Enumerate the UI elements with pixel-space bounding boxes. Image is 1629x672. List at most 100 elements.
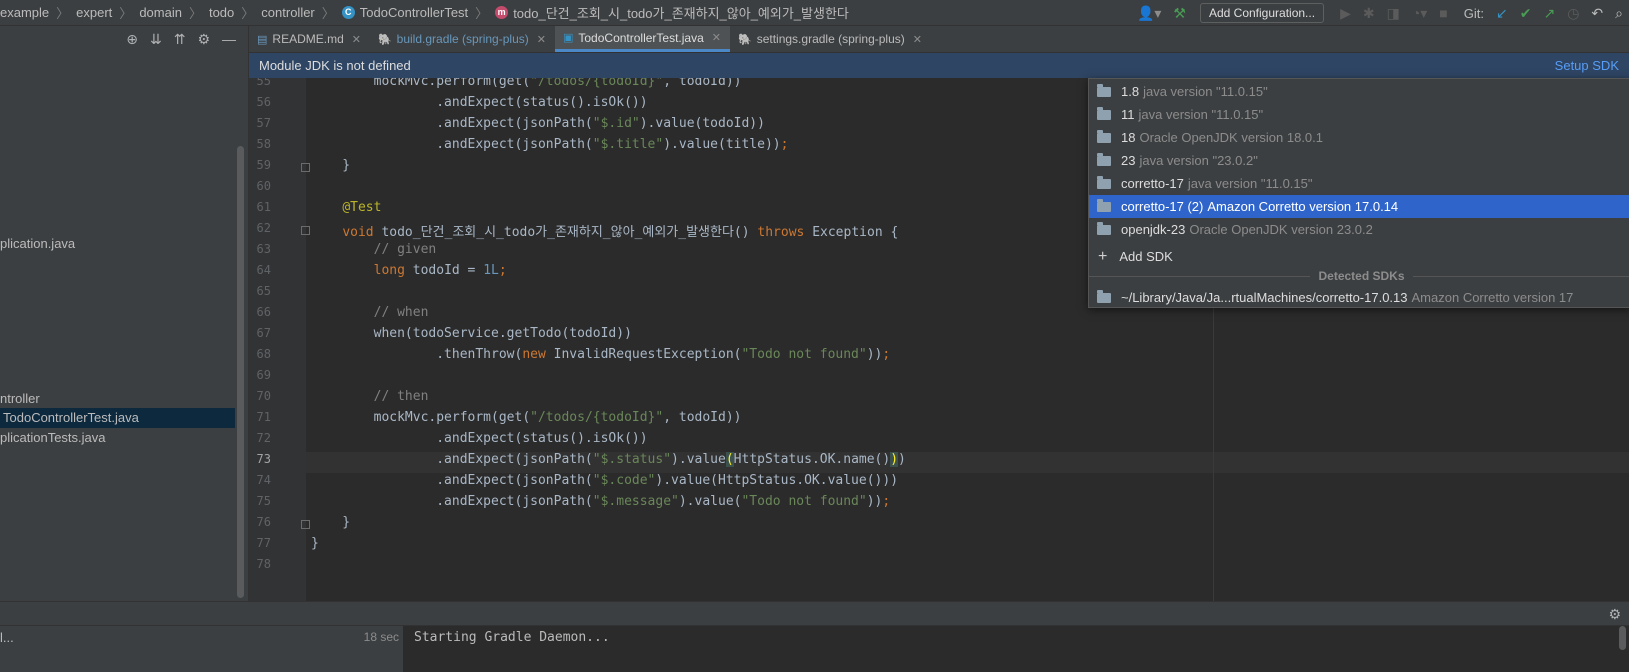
folder-icon xyxy=(1097,129,1111,143)
run-tree-item[interactable]: l... xyxy=(0,630,14,645)
chevron-right-icon: 〉 xyxy=(119,6,133,21)
hide-icon[interactable]: — xyxy=(222,31,236,47)
add-sdk-item[interactable]: + Add SDK xyxy=(1089,245,1629,268)
sdk-name: 18 xyxy=(1121,130,1136,145)
code-line: .andExpect(status().isOk()) xyxy=(311,431,648,446)
folder-icon xyxy=(1097,289,1111,303)
tab-readme[interactable]: ▤ README.md ✕ xyxy=(249,26,370,52)
line-number: 78 xyxy=(256,557,271,571)
expand-all-icon[interactable]: ⇊ xyxy=(150,31,162,48)
line-number: 61 xyxy=(256,200,271,214)
collapse-all-icon[interactable]: ⇈ xyxy=(174,31,186,48)
tree-item[interactable]: ntroller xyxy=(0,391,40,406)
line-number: 70 xyxy=(256,389,271,403)
sdk-item[interactable]: 1.8 java version "11.0.15" xyxy=(1089,80,1629,103)
sdk-selection-popup: 1.8 java version "11.0.15" 11 java version … xyxy=(1088,78,1629,308)
folder-icon xyxy=(1097,83,1111,97)
history-icon[interactable]: ◷ xyxy=(1567,5,1579,22)
close-icon[interactable]: ✕ xyxy=(352,33,361,46)
folder-icon xyxy=(1097,106,1111,120)
sdk-item[interactable]: corretto-17 java version "11.0.15" xyxy=(1089,172,1629,195)
line-number: 66 xyxy=(256,305,271,319)
folder-icon xyxy=(1097,198,1111,212)
run-icon[interactable]: ▶ xyxy=(1340,5,1351,22)
line-number: 62 xyxy=(256,221,271,235)
close-icon[interactable]: ✕ xyxy=(913,33,922,46)
coverage-icon[interactable]: ◨ xyxy=(1387,5,1400,22)
line-number: 57 xyxy=(256,116,271,130)
sdk-name: 11 xyxy=(1121,107,1135,122)
tree-item-label: TodoControllerTest.java xyxy=(3,410,139,425)
tab-todocontrollertest[interactable]: ▣ TodoControllerTest.java ✕ xyxy=(554,26,730,52)
profile-icon[interactable]: ◔▾ xyxy=(1412,5,1427,22)
chevron-right-icon: 〉 xyxy=(475,6,489,21)
rollback-icon[interactable]: ↶ xyxy=(1591,5,1603,22)
sdk-item[interactable]: 23 java version "23.0.2" xyxy=(1089,149,1629,172)
breadcrumb-item[interactable]: domain xyxy=(139,5,182,20)
code-line: void todo_단건_조회_시_todo가_존재하지_않아_예외가_발생한다… xyxy=(342,225,899,240)
breadcrumb-method[interactable]: m todo_단건_조회_시_todo가_존재하지_않아_예외가_발생한다 xyxy=(495,3,849,22)
tree-item[interactable]: plication.java xyxy=(0,236,75,251)
line-number: 60 xyxy=(256,179,271,193)
notification-message: Module JDK is not defined xyxy=(259,58,411,73)
scrollbar[interactable] xyxy=(237,146,244,598)
locate-icon[interactable]: ⊕ xyxy=(126,31,138,48)
detected-sdk-item[interactable]: ~/Library/Java/Ja...rtualMachines/corret… xyxy=(1089,286,1629,309)
gear-icon[interactable]: ⚙ xyxy=(1608,606,1621,623)
editor-tabs: ▤ README.md ✕ 🐘 build.gradle (spring-plu… xyxy=(249,26,1629,53)
fold-marker-icon[interactable] xyxy=(301,226,310,235)
tab-build-gradle[interactable]: 🐘 build.gradle (spring-plus) ✕ xyxy=(370,26,555,52)
line-number: 55 xyxy=(256,78,271,88)
breadcrumb-item[interactable]: example xyxy=(0,5,49,20)
code-line: .andExpect(jsonPath("$.title").value(tit… xyxy=(311,137,789,152)
sdk-name: corretto-17 (2) xyxy=(1121,199,1204,214)
git-commit-icon[interactable]: ✔ xyxy=(1520,5,1532,22)
sdk-item[interactable]: openjdk-23 Oracle OpenJDK version 23.0.2 xyxy=(1089,218,1629,241)
code-line: // when xyxy=(373,305,429,320)
breadcrumb-class-label: TodoControllerTest xyxy=(359,5,469,20)
sdk-item[interactable]: 18 Oracle OpenJDK version 18.0.1 xyxy=(1089,126,1629,149)
line-number: 76 xyxy=(256,515,271,529)
sdk-item[interactable]: 11 java version "11.0.15" xyxy=(1089,103,1629,126)
close-icon[interactable]: ✕ xyxy=(712,31,721,44)
breadcrumb-item[interactable]: todo xyxy=(209,5,234,20)
line-number: 77 xyxy=(256,536,271,550)
line-number: 63 xyxy=(256,242,271,256)
stop-icon[interactable]: ■ xyxy=(1439,5,1447,21)
tree-item[interactable]: plicationTests.java xyxy=(0,430,106,445)
debug-icon[interactable]: ✱ xyxy=(1363,5,1375,22)
line-number: 67 xyxy=(256,326,271,340)
tree-item-selected[interactable]: TodoControllerTest.java xyxy=(0,408,235,428)
project-toolbar: ⊕ ⇊ ⇈ ⚙ — xyxy=(0,26,248,52)
fold-marker-icon[interactable] xyxy=(301,520,310,529)
fold-marker-icon[interactable] xyxy=(301,163,310,172)
setup-sdk-link[interactable]: Setup SDK xyxy=(1555,58,1619,73)
git-update-icon[interactable]: ↙ xyxy=(1496,5,1508,22)
code-line: .andExpect(jsonPath("$.id").value(todoId… xyxy=(311,116,765,131)
chevron-right-icon: 〉 xyxy=(56,6,70,21)
breadcrumb-class[interactable]: C TodoControllerTest xyxy=(341,5,469,20)
git-push-icon[interactable]: ↗ xyxy=(1543,5,1555,22)
scrollbar[interactable] xyxy=(1619,626,1626,650)
sdk-item[interactable]: corretto-17 (2) Amazon Corretto version 1… xyxy=(1089,195,1629,218)
breadcrumb-item[interactable]: controller xyxy=(261,5,314,20)
sdk-version: java version "11.0.15" xyxy=(1187,176,1313,191)
detected-sdk-path: ~/Library/Java/Ja...rtualMachines/corret… xyxy=(1121,290,1408,305)
build-hammer-icon[interactable]: ⚒ xyxy=(1173,5,1186,22)
add-configuration-button[interactable]: Add Configuration... xyxy=(1199,3,1325,23)
run-tool-window-header: ⚙ xyxy=(0,601,1629,626)
gear-icon[interactable]: ⚙ xyxy=(197,31,210,48)
sdk-version: Amazon Corretto version 17.0.14 xyxy=(1207,199,1399,214)
tab-label: build.gradle (spring-plus) xyxy=(396,32,529,46)
chevron-right-icon: 〉 xyxy=(321,6,335,21)
user-icon[interactable]: 👤▾ xyxy=(1137,5,1161,22)
breadcrumb-item[interactable]: expert xyxy=(76,5,112,20)
close-icon[interactable]: ✕ xyxy=(537,33,546,46)
folder-icon xyxy=(1097,175,1111,189)
tab-settings-gradle[interactable]: 🐘 settings.gradle (spring-plus) ✕ xyxy=(730,26,931,52)
line-number: 58 xyxy=(256,137,271,151)
code-line: mockMvc.perform(get("/todos/{todoId}", t… xyxy=(311,410,742,425)
search-icon[interactable]: ⌕ xyxy=(1615,5,1623,22)
run-console[interactable]: Starting Gradle Daemon... xyxy=(403,626,1629,672)
gradle-icon: 🐘 xyxy=(377,33,392,46)
